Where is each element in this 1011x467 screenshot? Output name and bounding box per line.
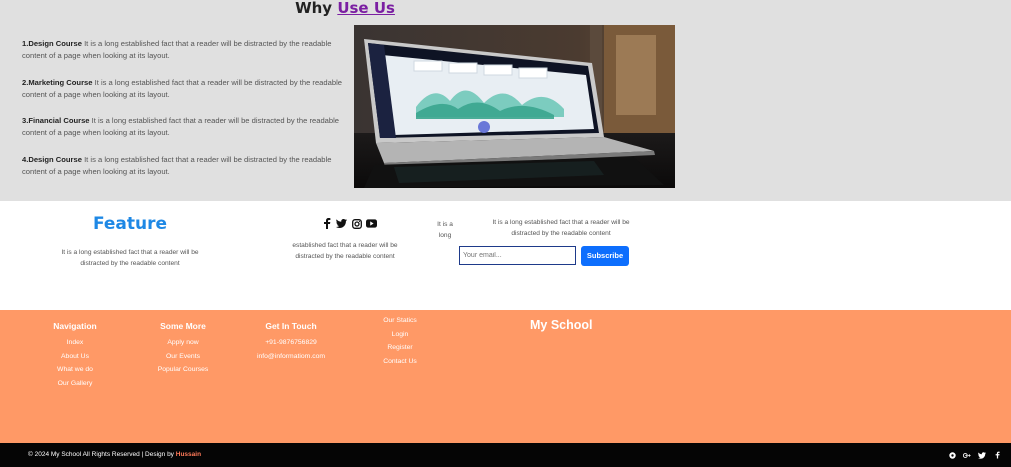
instagram-icon[interactable] <box>351 218 362 229</box>
course-item: 1.Design Course It is a long established… <box>22 38 352 77</box>
footer-link[interactable]: Apply now <box>148 336 218 350</box>
facebook-icon[interactable] <box>321 218 332 229</box>
globe-icon[interactable] <box>948 450 956 460</box>
footer-heading: Some More <box>160 321 206 331</box>
footer-navigation: Navigation Index About Us What we do Our… <box>40 320 110 390</box>
email-field[interactable] <box>459 246 576 265</box>
social-description: established fact that a reader will be d… <box>292 242 398 260</box>
laptop-dashboard-photo <box>354 25 675 188</box>
course-name: 4.Design Course <box>22 154 82 164</box>
footer-some-more: Some More Apply now Our Events Popular C… <box>148 320 218 377</box>
footer-link[interactable]: Index <box>40 336 110 350</box>
course-item: 2.Marketing Course It is a long establis… <box>22 77 352 116</box>
why-title: Why Use Us <box>0 0 690 16</box>
copyright-text: © 2024 My School All Rights Reserved | D… <box>28 451 174 458</box>
footer-extra-links: Our Statics Login Register Contact Us <box>370 314 430 368</box>
footer-link[interactable]: Contact Us <box>370 355 430 369</box>
footer-link[interactable]: Popular Courses <box>148 363 218 377</box>
why-title-link[interactable]: Use Us <box>337 0 395 17</box>
footer-get-in-touch: Get In Touch +91-9876756829 info@informa… <box>248 320 334 363</box>
footer-link[interactable]: Our Gallery <box>40 377 110 391</box>
footer-email[interactable]: info@informatiom.com <box>248 350 334 364</box>
footer-link[interactable]: What we do <box>40 363 110 377</box>
course-name: 3.Financial Course <box>22 116 90 125</box>
subscribe-description: It is a long established fact that a rea… <box>492 219 630 237</box>
footer-heading: Get In Touch <box>265 321 317 331</box>
course-item: 3.Financial Course It is a long establis… <box>22 115 352 154</box>
footer-link[interactable]: Register <box>370 341 430 355</box>
footer-brand: My School <box>530 318 593 332</box>
footer-link[interactable]: Our Events <box>148 350 218 364</box>
footer-phone[interactable]: +91-9876756829 <box>248 336 334 350</box>
feature-title: Feature <box>92 214 168 234</box>
youtube-icon[interactable] <box>366 218 377 229</box>
footer-link[interactable]: Our Statics <box>370 314 430 328</box>
social-icons <box>321 218 377 229</box>
bottom-bar: © 2024 My School All Rights Reserved | D… <box>0 443 1011 467</box>
course-list: 1.Design Course It is a long established… <box>22 38 352 192</box>
feature-description: It is a long established fact that a rea… <box>61 249 199 267</box>
footer-link[interactable]: About Us <box>40 350 110 364</box>
page: Why Use Us 1.Design Course It is a long … <box>0 0 1011 467</box>
course-item: 4.Design Course It is a long established… <box>22 154 352 193</box>
why-title-main: Why <box>295 0 333 17</box>
subscribe-button[interactable]: Subscribe <box>581 246 629 266</box>
why-section: Why Use Us 1.Design Course It is a long … <box>0 0 1011 201</box>
twitter-icon[interactable] <box>336 218 347 229</box>
facebook-icon[interactable] <box>993 450 1001 460</box>
course-name: 1.Design Course <box>22 39 82 48</box>
footer-link[interactable]: Login <box>370 328 430 342</box>
footer-heading: Navigation <box>53 321 97 331</box>
author-link[interactable]: Hussain <box>176 451 201 458</box>
subscribe-side-text: It is a long <box>437 221 453 239</box>
copyright: © 2024 My School All Rights Reserved | D… <box>28 450 201 460</box>
google-plus-icon[interactable] <box>963 450 971 460</box>
twitter-icon[interactable] <box>978 450 986 460</box>
course-name: 2.Marketing Course <box>22 77 93 87</box>
bottom-social-icons <box>948 450 1001 460</box>
